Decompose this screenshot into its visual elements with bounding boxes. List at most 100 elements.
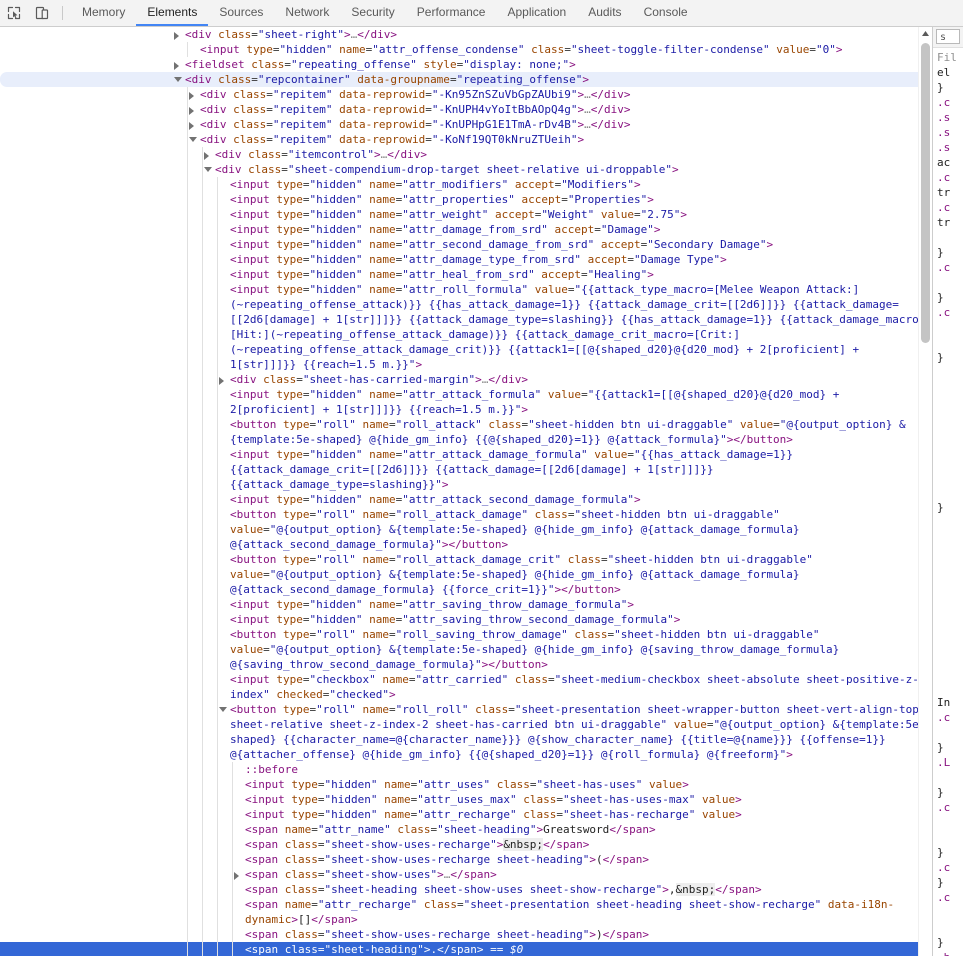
expand-triangle-icon[interactable] [189,122,194,130]
styles-filter-bar[interactable]: s [933,27,963,48]
styles-rule-line[interactable]: tr [937,215,963,230]
styles-rule-line[interactable]: .c [937,710,963,725]
styles-rule-line[interactable] [937,590,963,605]
styles-rule-line[interactable] [937,605,963,620]
dom-tree-row[interactable]: <div class="repcontainer" data-groupname… [0,72,932,87]
dom-tree-row[interactable]: <button type="roll" name="roll_attack_da… [0,552,932,597]
styles-rule-line[interactable]: .c [937,305,963,320]
styles-rule-line[interactable]: } [937,935,963,950]
styles-rule-line[interactable] [937,905,963,920]
dom-tree-row[interactable]: <input type="checkbox" name="attr_carrie… [0,672,932,702]
dom-tree-row[interactable]: <button type="roll" name="roll_saving_th… [0,627,932,672]
dom-tree-row[interactable]: <div class="itemcontrol">…</div> [0,147,932,162]
styles-rule-line[interactable]: .c [937,800,963,815]
styles-rule-line[interactable]: } [937,80,963,95]
styles-rule-line[interactable]: .c [937,95,963,110]
dom-tree-row[interactable]: <span class="sheet-show-uses-recharge sh… [0,852,932,867]
styles-rule-line[interactable]: In [937,695,963,710]
styles-rule-line[interactable] [937,425,963,440]
styles-rule-line[interactable] [937,275,963,290]
styles-rule-line[interactable]: } [937,845,963,860]
dom-tree-row[interactable]: <span class="sheet-show-uses-recharge sh… [0,927,932,942]
collapse-triangle-icon[interactable] [219,707,227,712]
styles-rule-line[interactable]: ac [937,155,963,170]
styles-rule-line[interactable] [937,515,963,530]
styles-rule-line[interactable] [937,815,963,830]
styles-rule-line[interactable] [937,530,963,545]
styles-rule-line[interactable]: .c [937,890,963,905]
styles-rule-line[interactable] [937,620,963,635]
dom-tree-row[interactable]: <span class="sheet-show-uses-recharge">&… [0,837,932,852]
tab-network[interactable]: Network [274,0,340,26]
dom-tree-row[interactable]: <input type="hidden" name="attr_properti… [0,192,932,207]
tab-elements[interactable]: Elements [136,0,209,26]
expand-triangle-icon[interactable] [219,377,224,385]
styles-rule-line[interactable] [937,830,963,845]
dom-tree-row[interactable]: <input type="hidden" name="attr_heal_fro… [0,267,932,282]
dom-tree-row[interactable]: <input type="hidden" name="attr_roll_for… [0,282,932,372]
expand-triangle-icon[interactable] [204,152,209,160]
collapse-triangle-icon[interactable] [174,77,182,82]
styles-rule-line[interactable]: .L [937,755,963,770]
dom-tree-row[interactable]: <button type="roll" name="roll_attack" c… [0,417,932,447]
dom-tree-row[interactable]: <input type="hidden" name="attr_damage_t… [0,252,932,267]
dom-tree-row[interactable]: <input type="hidden" name="attr_weight" … [0,207,932,222]
collapse-triangle-icon[interactable] [189,137,197,142]
styles-rule-line[interactable] [937,545,963,560]
styles-rule-line[interactable] [937,485,963,500]
expand-triangle-icon[interactable] [174,62,179,70]
tab-performance[interactable]: Performance [406,0,497,26]
tab-application[interactable]: Application [496,0,577,26]
dom-tree-row[interactable]: <input type="hidden" name="attr_modifier… [0,177,932,192]
expand-triangle-icon[interactable] [234,872,239,880]
dom-tree-row[interactable]: <button type="roll" name="roll_roll" cla… [0,702,932,762]
styles-rule-line[interactable]: .c [937,860,963,875]
styles-rule-line[interactable] [937,920,963,935]
dom-tree-row[interactable]: <input type="hidden" name="attr_second_d… [0,237,932,252]
expand-triangle-icon[interactable] [174,32,179,40]
tab-memory[interactable]: Memory [71,0,136,26]
dom-tree-row[interactable]: <input type="hidden" name="attr_damage_f… [0,222,932,237]
styles-rule-line[interactable]: el [937,65,963,80]
styles-rule-line[interactable] [937,470,963,485]
dom-tree-row[interactable]: <input type="hidden" name="attr_attack_f… [0,387,932,417]
styles-rule-line[interactable]: .s [937,110,963,125]
styles-rule-line[interactable]: .c [937,260,963,275]
styles-rule-line[interactable] [937,680,963,695]
dom-tree-row[interactable]: ::before [0,762,932,777]
dom-tree-row[interactable]: <div class="sheet-has-carried-margin">…<… [0,372,932,387]
styles-rule-line[interactable] [937,665,963,680]
styles-rule-line[interactable] [937,575,963,590]
dom-tree-row[interactable]: <input type="hidden" name="attr_uses_max… [0,792,932,807]
dom-tree-row[interactable]: <input type="hidden" name="attr_attack_d… [0,447,932,492]
styles-rule-line[interactable]: tr [937,185,963,200]
expand-triangle-icon[interactable] [189,92,194,100]
dom-tree-row[interactable]: <input type="hidden" name="attr_offense_… [0,42,932,57]
toggle-device-toolbar-icon[interactable] [28,0,56,26]
dom-tree[interactable]: <div class="sheet-right">…</div> <input t… [0,27,932,956]
styles-rule-line[interactable]: .c [937,200,963,215]
tab-console[interactable]: Console [633,0,699,26]
scrollbar-thumb[interactable] [921,43,930,343]
scroll-up-arrow[interactable] [919,27,932,40]
dom-tree-row[interactable]: <input type="hidden" name="attr_uses" cl… [0,777,932,792]
styles-rule-line[interactable] [937,320,963,335]
dom-tree-row[interactable]: <div class="repitem" data-reprowid="-KnU… [0,102,932,117]
dom-tree-row[interactable]: <span name="attr_recharge" class="sheet-… [0,897,932,927]
dom-tree-row[interactable]: <span class="sheet-heading">.</span> == … [0,942,932,956]
collapse-triangle-icon[interactable] [204,167,212,172]
styles-rule-line[interactable] [937,440,963,455]
styles-sidebar-pane[interactable]: s Fil el} .c .s .s .s ac .c tr .c tr} .c} .c}} In .c}.… [932,27,963,956]
dom-tree-row[interactable]: <input type="hidden" name="attr_attack_s… [0,492,932,507]
styles-rule-line[interactable]: } [937,740,963,755]
styles-rule-line[interactable]: .s [937,140,963,155]
dom-tree-row[interactable]: <button type="roll" name="roll_attack_da… [0,507,932,552]
dom-tree-row[interactable]: <div class="repitem" data-reprowid="-KnU… [0,117,932,132]
styles-rule-line[interactable] [937,230,963,245]
dom-tree-row[interactable]: <input type="hidden" name="attr_saving_t… [0,612,932,627]
styles-rule-line[interactable]: .c [937,170,963,185]
dom-tree-row[interactable]: <span class="sheet-heading sheet-show-us… [0,882,932,897]
styles-rule-line[interactable] [937,365,963,380]
styles-rule-line[interactable] [937,650,963,665]
styles-rules-list[interactable]: Fil el} .c .s .s .s ac .c tr .c tr} .c} .c}} In .c} .L}… [933,48,963,956]
